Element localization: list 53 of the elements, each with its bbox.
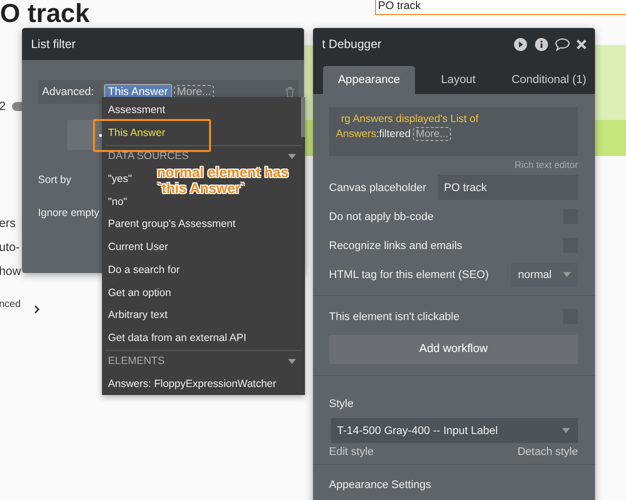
menu-item[interactable]: Do a search for [108,262,180,277]
page-heading: O track [0,0,90,26]
placeholder-field[interactable]: PO track [438,175,578,200]
menu-item[interactable]: Assessment [108,103,166,118]
field-label: HTML tag for this element (SEO) [329,268,489,280]
advanced-link[interactable]: nced [0,299,21,310]
close-icon[interactable] [576,38,587,50]
field-label: Sort by [38,174,72,186]
caret-icon [563,272,571,277]
menu-item[interactable]: Get an option [108,286,172,300]
tab[interactable]: Conditional (1) [496,66,595,94]
menu-item[interactable]: Answers: FloppyExpressionWatcher [108,376,276,391]
section-label: Appearance Settings [329,479,432,491]
add-workflow-button[interactable]: Add workflow [329,335,578,364]
menu-item[interactable]: Parent group's Assessment [108,217,236,232]
caret-icon [288,154,296,159]
field-label: Advanced: [42,86,95,98]
section-header: DATA SOURCES [108,150,189,163]
text-fragment: how [0,264,22,278]
expression-field[interactable]: rg Answers displayed's List of Answers:filtered More... [329,107,578,156]
speech-bubble-icon[interactable] [555,38,570,50]
panel-title: t Debugger [322,37,382,51]
info-icon[interactable] [535,38,548,50]
menu-item[interactable]: Arbitrary text [108,308,168,322]
scrollbar[interactable] [301,97,305,137]
play-icon[interactable] [514,38,527,50]
annotation-text: normal element has `this Answer` [157,164,288,196]
text-field[interactable]: PO track [375,0,626,15]
menu-item[interactable]: Current User [108,240,168,254]
detach-style-link[interactable]: Detach style [517,446,578,458]
chevron-right-icon [34,305,40,314]
text-fragment: uto- [0,240,20,254]
cursor-dot [99,134,102,137]
menu-item[interactable]: "yes" [108,172,132,186]
tab[interactable]: Layout [425,66,492,94]
menu-item[interactable]: Get data from an external API [108,331,246,346]
field-label: Canvas placeholder [329,182,426,194]
edit-style-link[interactable]: Edit style [329,446,374,458]
field-label: Recognize links and emails [329,240,462,252]
style-select[interactable]: T-14-500 Gray-400 -- Input Label [331,418,578,443]
field-label: Ignore empty [38,207,100,219]
tag-select[interactable]: normal [511,262,578,286]
trash-icon[interactable] [285,86,295,98]
section-label: Style [329,398,354,410]
field-label: Do not apply bb-code [329,210,434,222]
caret-icon [288,359,296,364]
field-label: This element isn't clickable [329,310,460,322]
panel-title: List filter [31,37,77,51]
menu-item[interactable]: This Answer [108,126,166,140]
caret-icon [562,428,570,433]
menu-item[interactable]: "no" [108,194,128,209]
tab[interactable]: Appearance [323,66,416,94]
section-header: ELEMENTS [108,355,165,368]
